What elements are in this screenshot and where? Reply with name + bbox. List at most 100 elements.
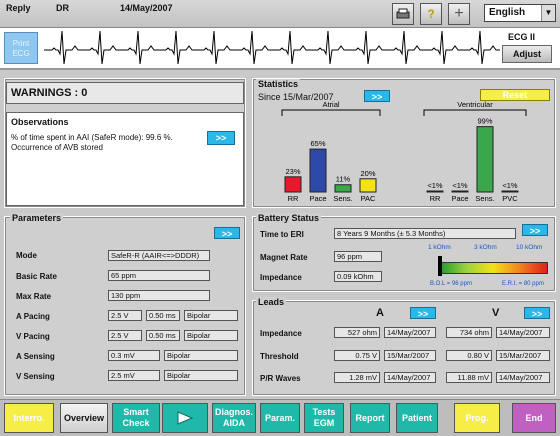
- statistics-title: Statistics: [256, 79, 301, 89]
- adjust-button[interactable]: Adjust: [502, 45, 552, 63]
- a-pr-date: 14/May/2007: [384, 372, 436, 383]
- atrial-value-3: 20%: [360, 169, 375, 178]
- atrial-label-2: Sens.: [333, 194, 352, 203]
- leads-v-more-button[interactable]: >>: [524, 307, 550, 319]
- mode-param-value: SafeR-R (AAIR<=>DDDR): [108, 250, 210, 261]
- language-value: English: [489, 7, 526, 18]
- mode-param-label: Mode: [16, 251, 37, 260]
- ventricular-label-2: Sens.: [475, 194, 494, 203]
- ventricular-group-bracket: [423, 109, 527, 116]
- play-button[interactable]: [162, 403, 208, 433]
- eri-label: Time to ERI: [260, 230, 304, 239]
- ecg-strip: [0, 28, 560, 70]
- v-sensing-value: 2.5 mV: [108, 370, 160, 381]
- leads-title: Leads: [256, 297, 287, 307]
- device-label: DR: [56, 3, 69, 13]
- battery-impedance-value: 0.09 kOhm: [334, 271, 382, 282]
- ventricular-value-1: <1%: [452, 181, 468, 190]
- overview-button[interactable]: Overview: [60, 403, 108, 433]
- play-icon: [177, 411, 194, 425]
- v-pacing-polarity: Bipolar: [184, 330, 238, 341]
- parameters-more-button[interactable]: >>: [214, 227, 240, 239]
- scale-1k: 1 kOhm: [428, 244, 451, 251]
- v-pr-value: 11.88 mV: [446, 372, 492, 383]
- date-label: 14/May/2007: [120, 3, 173, 13]
- magnet-rate-value: 96 ppm: [334, 251, 382, 262]
- max-rate-value: 130 ppm: [108, 290, 210, 301]
- plus-icon: +: [454, 5, 464, 22]
- battery-more-button[interactable]: >>: [522, 224, 548, 236]
- atrial-group-label: Atrial: [322, 100, 339, 109]
- atrial-bar-pace: [309, 148, 327, 193]
- threshold-label: Threshold: [260, 352, 299, 361]
- a-threshold-value: 0.75 V: [334, 350, 380, 361]
- ventricular-value-3: <1%: [502, 181, 518, 190]
- scale-10k: 10 kOhm: [516, 244, 543, 251]
- observations-more-button[interactable]: >>: [207, 131, 235, 145]
- a-pacing-label: A Pacing: [16, 312, 50, 321]
- printer-button[interactable]: [392, 3, 414, 25]
- eri-value: 8 Years 9 Months (± 5.3 Months): [334, 228, 516, 239]
- atrial-label-0: RR: [288, 194, 299, 203]
- printer-icon: [396, 8, 410, 19]
- help-button[interactable]: ?: [420, 3, 442, 25]
- v-pacing-width: 0.50 ms: [146, 330, 180, 341]
- atrial-value-1: 65%: [310, 139, 325, 148]
- max-rate-label: Max Rate: [16, 292, 52, 301]
- battery-impedance-label: Impedance: [260, 273, 302, 282]
- top-bar: Reply DR 14/May/2007 ? + English ▼: [0, 0, 560, 28]
- v-impedance-date: 14/May/2007: [496, 327, 550, 338]
- diagnos-button[interactable]: Diagnos. AIDA: [212, 403, 256, 433]
- battery-title: Battery Status: [256, 213, 322, 223]
- v-pacing-amplitude: 2.5 V: [108, 330, 142, 341]
- leads-a-more-button[interactable]: >>: [410, 307, 436, 319]
- ventricular-label-0: RR: [430, 194, 441, 203]
- ventricular-value-2: 99%: [477, 117, 492, 126]
- v-threshold-value: 0.80 V: [446, 350, 492, 361]
- param-button[interactable]: Param.: [260, 403, 300, 433]
- smart-check-button[interactable]: Smart Check: [112, 403, 160, 433]
- language-select[interactable]: English ▼: [484, 4, 556, 22]
- atrial-label-1: Pace: [309, 194, 326, 203]
- ecg-lead-label: ECG II: [508, 32, 536, 42]
- parameters-title: Parameters: [10, 213, 64, 223]
- interro-button[interactable]: Interro.: [4, 403, 54, 433]
- patient-button[interactable]: Patient: [396, 403, 438, 433]
- v-sensing-polarity: Bipolar: [164, 370, 238, 381]
- ecg-waveform: [44, 30, 500, 65]
- ventricular-bar-rr: [426, 190, 444, 193]
- a-pacing-amplitude: 2.5 V: [108, 310, 142, 321]
- chevron-down-icon: ▼: [541, 5, 555, 21]
- atrial-value-2: 11%: [336, 175, 351, 184]
- eri-note: E.R.I. = 80 ppm: [502, 281, 544, 287]
- ventricular-group-label: Ventricular: [457, 100, 493, 109]
- observations-title: Observations: [11, 117, 69, 127]
- ventricular-bar-sens: [476, 126, 494, 193]
- prog-button[interactable]: Prog.: [454, 403, 500, 433]
- atrial-bar-sens: [334, 184, 352, 193]
- scale-3k: 3 kOhm: [474, 244, 497, 251]
- tests-egm-button[interactable]: Tests EGM: [304, 403, 344, 433]
- basic-rate-value: 65 ppm: [108, 270, 210, 281]
- ventricular-bar-pace: [451, 190, 469, 193]
- v-pacing-label: V Pacing: [16, 332, 50, 341]
- statistics-chart: Atrial Ventricular 23% RR 65% Pace 11% Sens. 20%…: [281, 100, 527, 203]
- ventricular-label-3: PVC: [502, 194, 518, 203]
- ventricular-value-0: <1%: [427, 181, 443, 190]
- mode-label: Reply: [6, 3, 31, 13]
- report-button[interactable]: Report: [350, 403, 390, 433]
- add-button[interactable]: +: [448, 3, 470, 25]
- observations-box: Observations % of time spent in AAI (Saf…: [6, 112, 244, 206]
- leads-v-header: V: [492, 307, 500, 319]
- magnet-rate-label: Magnet Rate: [260, 253, 308, 262]
- a-impedance-value: 527 ohm: [334, 327, 380, 338]
- atrial-bar-pac: [359, 178, 377, 193]
- parameters-panel: [4, 216, 246, 396]
- battery-gauge-marker: [438, 256, 442, 276]
- observation-line-1: % of time spent in AAI (SafeR mode): 99.…: [11, 133, 173, 142]
- end-button[interactable]: End: [512, 403, 556, 433]
- ventricular-bar-pvc: [501, 190, 519, 193]
- a-threshold-date: 15/Mar/2007: [384, 350, 436, 361]
- print-ecg-button[interactable]: Print ECG: [4, 32, 38, 64]
- a-sensing-polarity: Bipolar: [164, 350, 238, 361]
